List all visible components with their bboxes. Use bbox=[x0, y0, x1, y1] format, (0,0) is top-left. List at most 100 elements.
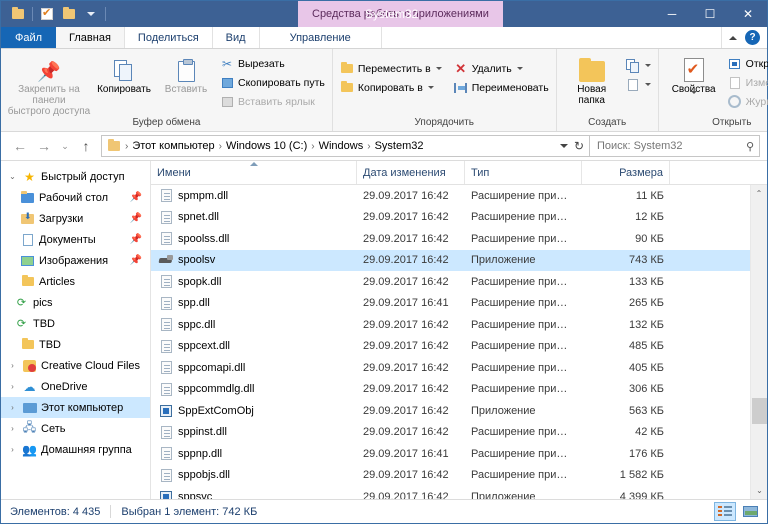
paste-shortcut-button[interactable]: Вставить ярлык bbox=[217, 92, 328, 111]
paste-button[interactable]: Вставить bbox=[155, 52, 217, 95]
table-row[interactable]: spmpm.dll 29.09.2017 16:42 Расширение при…… bbox=[151, 185, 750, 207]
move-to-button[interactable]: Переместить в bbox=[337, 59, 445, 78]
new-item-caret-icon[interactable] bbox=[644, 64, 651, 67]
history-button[interactable]: Журнал bbox=[725, 92, 768, 111]
table-row[interactable]: sppcomapi.dll 29.09.2017 16:42 Расширение … bbox=[151, 357, 750, 379]
move-to-caret-icon[interactable] bbox=[435, 67, 442, 70]
table-row[interactable]: sppobjs.dll 29.09.2017 16:42 Расширение пр… bbox=[151, 465, 750, 487]
properties-button[interactable]: Свойства bbox=[663, 52, 725, 106]
customize-qat-icon[interactable] bbox=[80, 3, 102, 25]
tab-file[interactable]: Файл bbox=[1, 27, 57, 48]
column-header-date[interactable]: Дата изменения bbox=[357, 161, 465, 184]
sidebar-item-pictures[interactable]: Изображения 📌 bbox=[1, 250, 150, 271]
maximize-button[interactable]: ☐ bbox=[691, 1, 729, 27]
tab-view[interactable]: Вид bbox=[213, 27, 260, 48]
delete-caret-icon[interactable] bbox=[516, 67, 523, 70]
table-row[interactable]: spp.dll 29.09.2017 16:41 Расширение при… 26… bbox=[151, 293, 750, 315]
back-button[interactable]: ← bbox=[8, 135, 32, 157]
new-item-button[interactable] bbox=[623, 56, 654, 75]
breadcrumb-item-1[interactable]: Windows 10 (C:) bbox=[223, 140, 310, 152]
open-button[interactable]: Открыть bbox=[725, 54, 768, 73]
new-folder-button[interactable]: Новая папка bbox=[561, 52, 623, 106]
column-header-name[interactable]: Имени bbox=[151, 161, 357, 184]
chevron-down-icon[interactable]: ⌄ bbox=[7, 172, 18, 181]
pin-icon[interactable]: 📌 bbox=[130, 255, 150, 266]
chevron-right-icon[interactable]: › bbox=[7, 361, 18, 370]
sidebar-item-network[interactable]: › 🖧 Сеть bbox=[1, 418, 150, 439]
table-row[interactable]: sppc.dll 29.09.2017 16:42 Расширение при… 1… bbox=[151, 314, 750, 336]
breadcrumb-item-2[interactable]: Windows bbox=[316, 140, 367, 152]
pin-icon[interactable]: 📌 bbox=[130, 213, 150, 224]
sidebar-item-homegroup[interactable]: › 👥 Домашняя группа bbox=[1, 439, 150, 460]
sidebar-item-tbd-sync[interactable]: ⟳ TBD bbox=[1, 313, 150, 334]
address-dropdown-icon[interactable] bbox=[559, 144, 568, 148]
details-view-button[interactable] bbox=[714, 502, 736, 521]
pin-icon[interactable]: 📌 bbox=[130, 234, 150, 245]
new-folder-icon[interactable] bbox=[58, 3, 80, 25]
scroll-up-button[interactable]: ⌃ bbox=[751, 185, 767, 202]
checkbox-icon[interactable] bbox=[36, 3, 58, 25]
close-button[interactable]: ✕ bbox=[729, 1, 767, 27]
refresh-icon[interactable]: ↻ bbox=[574, 139, 584, 153]
copy-button[interactable]: Копировать bbox=[93, 52, 155, 95]
breadcrumb-item-3[interactable]: System32 bbox=[372, 140, 427, 152]
rename-button[interactable]: Переименовать bbox=[451, 78, 552, 97]
cut-button[interactable]: ✂ Вырезать bbox=[217, 54, 328, 73]
tab-share[interactable]: Поделиться bbox=[125, 27, 213, 48]
pin-icon[interactable]: 📌 bbox=[130, 192, 150, 203]
table-row[interactable]: sppnp.dll 29.09.2017 16:41 Расширение при…… bbox=[151, 443, 750, 465]
breadcrumb-item-0[interactable]: Этот компьютер bbox=[129, 140, 217, 152]
up-button[interactable]: ↑ bbox=[74, 135, 98, 157]
scroll-down-button[interactable]: ⌄ bbox=[751, 482, 767, 499]
sidebar-item-desktop[interactable]: Рабочий стол 📌 bbox=[1, 187, 150, 208]
minimize-button[interactable]: ─ bbox=[653, 1, 691, 27]
sidebar-item-downloads[interactable]: Загрузки 📌 bbox=[1, 208, 150, 229]
search-box[interactable]: Поиск: System32 ⚲ bbox=[590, 135, 760, 157]
table-row[interactable]: spoolsv 29.09.2017 16:42 Приложение 743 КБ bbox=[151, 249, 750, 271]
search-icon[interactable]: ⚲ bbox=[746, 140, 754, 153]
sidebar-item-pics[interactable]: ⟳ pics bbox=[1, 292, 150, 313]
easy-access-caret-icon[interactable] bbox=[644, 83, 651, 86]
recent-locations-button[interactable]: ⌄ bbox=[56, 135, 74, 157]
sidebar-item-quick-access[interactable]: ⌄ ★ Быстрый доступ bbox=[1, 166, 150, 187]
sidebar-item-onedrive[interactable]: › ☁ OneDrive bbox=[1, 376, 150, 397]
search-input[interactable]: Поиск: System32 bbox=[597, 140, 683, 152]
pin-to-quick-access-button[interactable]: 📌 Закрепить на панели быстрого доступа bbox=[5, 52, 93, 117]
copy-to-button[interactable]: Копировать в bbox=[337, 78, 445, 97]
sidebar-item-this-pc[interactable]: › Этот компьютер bbox=[1, 397, 150, 418]
column-header-type[interactable]: Тип bbox=[465, 161, 582, 184]
address-field[interactable]: › Этот компьютер › Windows 10 (C:) › Win… bbox=[101, 135, 590, 157]
table-row[interactable]: spopk.dll 29.09.2017 16:42 Расширение при…… bbox=[151, 271, 750, 293]
properties-caret-icon[interactable] bbox=[691, 91, 698, 106]
vertical-scrollbar[interactable]: ⌃ ⌄ bbox=[750, 185, 767, 499]
table-row[interactable]: SppExtComObj 29.09.2017 16:42 Приложение 56… bbox=[151, 400, 750, 422]
table-row[interactable]: spnet.dll 29.09.2017 16:42 Расширение при…… bbox=[151, 207, 750, 229]
easy-access-button[interactable] bbox=[623, 75, 654, 94]
scrollbar-thumb[interactable] bbox=[752, 398, 767, 424]
table-row[interactable]: spoolss.dll 29.09.2017 16:42 Расширение пр… bbox=[151, 228, 750, 250]
collapse-ribbon-icon[interactable] bbox=[729, 33, 738, 42]
tab-home[interactable]: Главная bbox=[56, 27, 125, 48]
tab-manage[interactable]: Управление bbox=[260, 27, 382, 48]
edit-button[interactable]: Изменить bbox=[725, 73, 768, 92]
sidebar-item-creative-cloud-files[interactable]: › Creative Cloud Files bbox=[1, 355, 150, 376]
chevron-right-icon[interactable]: › bbox=[7, 382, 18, 391]
sidebar-item-documents[interactable]: Документы 📌 bbox=[1, 229, 150, 250]
table-row[interactable]: sppcext.dll 29.09.2017 16:42 Расширение пр… bbox=[151, 336, 750, 358]
table-row[interactable]: sppcommdlg.dll 29.09.2017 16:42 Расширение… bbox=[151, 379, 750, 401]
large-icons-view-button[interactable] bbox=[739, 502, 761, 521]
table-row[interactable]: sppsvc 29.09.2017 16:42 Приложение 4 399 КБ bbox=[151, 486, 750, 499]
copy-path-button[interactable]: Скопировать путь bbox=[217, 73, 328, 92]
sidebar-item-tbd-folder[interactable]: TBD bbox=[1, 334, 150, 355]
delete-button[interactable]: ✕ Удалить bbox=[451, 59, 552, 78]
folder-properties-icon[interactable] bbox=[7, 3, 29, 25]
sidebar-item-articles[interactable]: Articles bbox=[1, 271, 150, 292]
chevron-right-icon[interactable]: › bbox=[7, 445, 18, 454]
chevron-right-icon[interactable]: › bbox=[7, 424, 18, 433]
table-row[interactable]: sppinst.dll 29.09.2017 16:42 Расширение пр… bbox=[151, 422, 750, 444]
column-header-size[interactable]: Размера bbox=[582, 161, 670, 184]
help-icon[interactable]: ? bbox=[745, 30, 760, 45]
forward-button[interactable]: → bbox=[32, 135, 56, 157]
copy-to-caret-icon[interactable] bbox=[427, 86, 434, 89]
chevron-right-icon[interactable]: › bbox=[7, 403, 18, 412]
